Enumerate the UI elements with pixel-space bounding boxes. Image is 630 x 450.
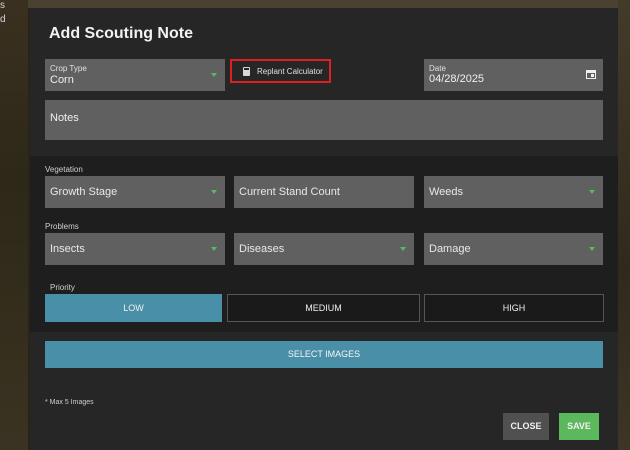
- weeds-label: Weeds: [429, 186, 464, 198]
- growth-stage-select[interactable]: Growth Stage: [45, 176, 225, 208]
- crop-type-label: Crop Type: [50, 64, 87, 73]
- diseases-label: Diseases: [239, 243, 285, 255]
- insects-select[interactable]: Insects: [45, 233, 225, 265]
- priority-section-label: Priority: [50, 283, 75, 292]
- close-button[interactable]: CLOSE: [503, 413, 549, 440]
- priority-medium-button[interactable]: MEDIUM: [227, 294, 420, 322]
- chevron-down-icon: [400, 247, 406, 251]
- chevron-down-icon: [211, 247, 217, 251]
- notes-placeholder: Notes: [50, 112, 79, 124]
- growth-stage-label: Growth Stage: [50, 186, 118, 198]
- diseases-select[interactable]: Diseases: [234, 233, 414, 265]
- problems-section-label: Problems: [45, 222, 79, 231]
- chevron-down-icon: [589, 190, 595, 194]
- background-text-fragment: s: [0, 0, 5, 11]
- map-background-right: [618, 0, 630, 450]
- date-value: 04/28/2025: [429, 73, 485, 85]
- max-images-note: * Max 5 Images: [45, 399, 94, 406]
- chevron-down-icon: [589, 247, 595, 251]
- insects-label: Insects: [50, 243, 85, 255]
- weeds-select[interactable]: Weeds: [424, 176, 603, 208]
- calculator-icon: [243, 67, 250, 76]
- chevron-down-icon: [211, 73, 217, 77]
- damage-label: Damage: [429, 243, 471, 255]
- map-background-top: [28, 0, 618, 8]
- crop-type-value: Corn: [50, 74, 74, 86]
- scouting-note-dialog: Add Scouting Note Crop Type Corn Replant…: [30, 8, 618, 450]
- save-button[interactable]: SAVE: [559, 413, 599, 440]
- priority-low-button[interactable]: LOW: [45, 294, 222, 322]
- priority-high-button[interactable]: HIGH: [424, 294, 604, 322]
- replant-calculator-label: Replant Calculator: [257, 67, 323, 76]
- current-stand-count-label: Current Stand Count: [239, 186, 340, 198]
- vegetation-section-label: Vegetation: [45, 165, 83, 174]
- current-stand-count-field[interactable]: Current Stand Count: [234, 176, 414, 208]
- date-label: Date: [429, 64, 446, 73]
- dialog-title: Add Scouting Note: [49, 25, 193, 42]
- map-background-left: s d: [0, 0, 28, 450]
- select-images-button[interactable]: SELECT IMAGES: [45, 341, 603, 368]
- calendar-icon[interactable]: [586, 70, 596, 79]
- date-field[interactable]: Date 04/28/2025: [424, 59, 603, 91]
- damage-select[interactable]: Damage: [424, 233, 603, 265]
- replant-calculator-button[interactable]: Replant Calculator: [230, 59, 331, 83]
- chevron-down-icon: [211, 190, 217, 194]
- background-text-fragment: d: [0, 14, 6, 25]
- notes-field[interactable]: Notes: [45, 100, 603, 140]
- crop-type-select[interactable]: Crop Type Corn: [45, 59, 225, 91]
